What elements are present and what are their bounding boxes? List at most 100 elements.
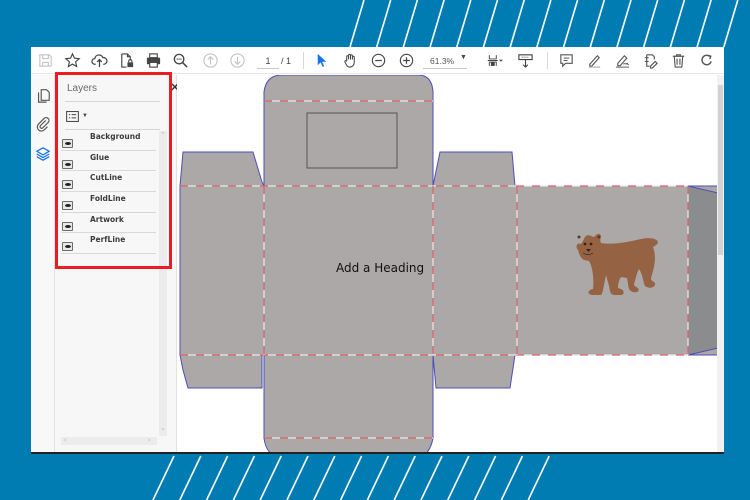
stripe xyxy=(179,455,202,500)
toolbar-divider xyxy=(547,52,548,69)
list-options-icon xyxy=(66,110,79,122)
toolbar-divider xyxy=(303,52,304,69)
divider xyxy=(65,101,160,102)
document-vertical-scrollbar[interactable] xyxy=(717,75,724,452)
fit-page-icon xyxy=(487,55,503,66)
layer-options-button[interactable]: ▼ xyxy=(66,109,92,123)
layer-name: Background xyxy=(90,132,141,141)
hand-tool-button[interactable] xyxy=(340,51,360,70)
next-page-button[interactable] xyxy=(227,51,247,70)
panel-horizontal-scrollbar[interactable]: ‹ › xyxy=(61,437,157,445)
document-canvas[interactable]: Add a Heading xyxy=(177,75,717,452)
stripe xyxy=(562,0,579,48)
layer-name: Glue xyxy=(90,152,110,162)
signature-pen-icon xyxy=(615,54,629,68)
protect-button[interactable] xyxy=(116,51,136,70)
star-icon xyxy=(63,52,81,68)
stripe xyxy=(205,455,229,500)
scrollbar-thumb[interactable] xyxy=(718,85,723,255)
layers-list: Background Glue CutLine FoldLine Artwork… xyxy=(61,130,156,255)
stripe xyxy=(366,455,390,500)
eye-icon[interactable] xyxy=(62,180,73,190)
layers-icon xyxy=(36,147,50,161)
printer-icon xyxy=(146,53,160,68)
magnifier-icon xyxy=(173,53,188,68)
minus-circle-icon xyxy=(371,53,385,68)
heading-text[interactable]: Add a Heading xyxy=(336,261,424,275)
stripe xyxy=(375,0,392,48)
top-lid-panel xyxy=(263,75,434,187)
eye-icon[interactable] xyxy=(62,201,73,211)
zoom-out-button[interactable] xyxy=(368,51,388,70)
stripe xyxy=(589,0,606,48)
stripe xyxy=(616,0,632,48)
chevron-right-icon[interactable]: › xyxy=(148,437,150,445)
stripe xyxy=(509,0,525,48)
stripe xyxy=(402,0,419,48)
stripe xyxy=(349,0,365,48)
layer-row[interactable]: FoldLine xyxy=(61,192,156,213)
scroll-mode-icon xyxy=(517,54,533,68)
layer-row[interactable]: PerfLine xyxy=(61,233,156,255)
eye-icon[interactable] xyxy=(62,159,73,169)
delete-button[interactable] xyxy=(668,51,688,70)
chevron-up-icon[interactable]: ⌃ xyxy=(160,132,166,140)
stripe xyxy=(669,0,686,48)
page-count-label: / 1 xyxy=(281,56,292,66)
right-top-flap xyxy=(432,151,516,187)
layers-panel: Layers ✕ ▼ Background Glue CutLine FoldL… xyxy=(55,75,199,452)
arrow-down-circle-icon xyxy=(229,53,245,68)
stripe xyxy=(393,455,416,500)
stripe xyxy=(696,0,712,48)
bookmark-button[interactable] xyxy=(62,51,82,70)
arrow-up-circle-icon xyxy=(202,53,218,68)
stripe xyxy=(500,455,524,500)
left-top-flap xyxy=(179,151,265,187)
page-thumbnails-button[interactable] xyxy=(34,86,52,104)
glue-flap xyxy=(687,185,717,356)
layer-name: FoldLine xyxy=(90,194,126,204)
sign-button[interactable] xyxy=(612,51,632,70)
stamp-icon xyxy=(644,54,658,69)
layer-row[interactable]: CutLine xyxy=(61,171,156,193)
chevron-left-icon[interactable]: ‹ xyxy=(64,437,66,445)
save-icon xyxy=(38,54,52,67)
select-tool-button[interactable] xyxy=(311,51,331,70)
layer-row[interactable]: Artwork xyxy=(61,213,156,234)
eye-icon[interactable] xyxy=(62,221,73,231)
comment-button[interactable] xyxy=(556,51,576,70)
eye-icon[interactable] xyxy=(62,139,73,148)
box-dieline xyxy=(179,75,717,452)
previous-page-button[interactable] xyxy=(200,51,220,70)
upload-button[interactable] xyxy=(89,51,109,70)
stripe xyxy=(723,0,739,48)
rotate-icon xyxy=(700,54,712,66)
right-bottom-flap xyxy=(432,354,516,389)
layers-button[interactable] xyxy=(34,145,52,163)
stamp-button[interactable] xyxy=(640,51,660,70)
pages-icon xyxy=(37,89,50,103)
comment-icon xyxy=(559,54,573,68)
eye-icon[interactable] xyxy=(62,242,73,252)
highlight-button[interactable] xyxy=(584,51,604,70)
layer-row[interactable]: Background xyxy=(61,130,156,151)
plus-circle-icon xyxy=(399,53,413,68)
scroll-mode-button[interactable] xyxy=(515,51,535,70)
zoom-in-button[interactable] xyxy=(396,51,416,70)
cursor-icon xyxy=(317,53,326,67)
print-button[interactable] xyxy=(143,51,163,70)
layer-name: Artwork xyxy=(90,214,124,224)
chevron-down-icon[interactable]: ⌄ xyxy=(160,425,166,433)
stripe xyxy=(482,0,499,48)
save-button[interactable] xyxy=(35,51,55,70)
layer-row[interactable]: Glue xyxy=(61,151,156,172)
pdf-viewer-window: 1 / 1 61.3% ▼ Layers ✕ ▼ Background Glue… xyxy=(31,47,724,454)
panel-vertical-scrollbar[interactable]: ⌃ ⌄ xyxy=(159,131,167,436)
fit-page-button[interactable] xyxy=(483,51,507,70)
attachments-button[interactable] xyxy=(34,115,52,133)
page-number-input[interactable]: 1 xyxy=(257,53,279,69)
layer-name: PerfLine xyxy=(90,235,126,245)
find-button[interactable] xyxy=(170,51,190,70)
stripe xyxy=(232,455,256,500)
rotate-button[interactable] xyxy=(696,51,716,70)
